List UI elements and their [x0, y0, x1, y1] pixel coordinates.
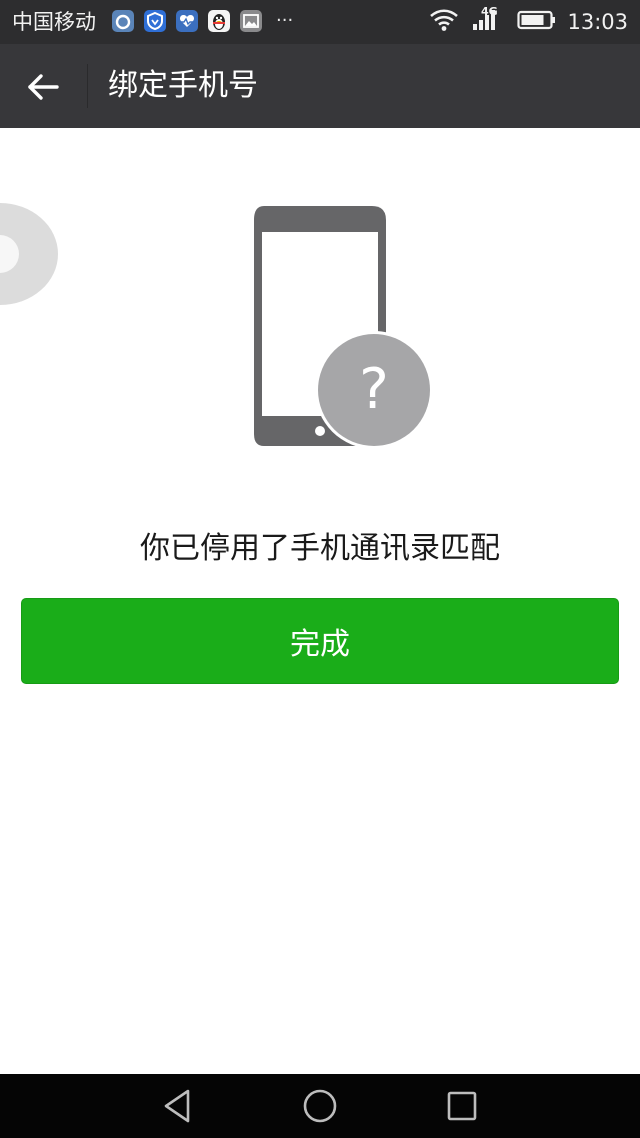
triangle-back-icon: [164, 1089, 190, 1123]
floating-assistive-ball[interactable]: [0, 202, 62, 306]
clock: 13:03: [567, 10, 628, 34]
toolbar: 绑定手机号: [0, 44, 640, 128]
circle-home-icon: [303, 1089, 337, 1123]
wifi-icon: [429, 8, 459, 36]
help-question-icon: ?: [359, 357, 389, 422]
screen: 中国移动 ··· 4G 13:03 绑定手机号 ? 你已停用了手机通讯录匹配 完…: [0, 0, 640, 1138]
page-title: 绑定手机号: [108, 68, 258, 103]
carrier-name: 中国移动: [12, 10, 96, 34]
status-bar: 中国移动 ··· 4G 13:03: [0, 0, 640, 44]
nav-recents-button[interactable]: [442, 1086, 482, 1126]
notification-icons: ···: [112, 10, 293, 32]
shield-icon: [144, 10, 166, 32]
phone-illustration: ?: [250, 206, 434, 450]
done-button[interactable]: 完成: [21, 598, 619, 684]
cellular-signal-icon: [469, 8, 499, 36]
navigation-bar: [0, 1074, 640, 1138]
square-recents-icon: [447, 1091, 477, 1121]
status-right: 13:03: [429, 6, 628, 38]
back-arrow-icon: [28, 74, 59, 100]
nav-back-button[interactable]: [158, 1086, 198, 1126]
image-icon: [240, 10, 262, 32]
nav-home-button[interactable]: [300, 1086, 340, 1126]
browser-icon: [112, 10, 134, 32]
back-button[interactable]: [14, 58, 72, 116]
health-icon: [176, 10, 198, 32]
battery-icon: [517, 9, 557, 35]
qq-penguin-icon: [208, 10, 230, 32]
more-notifications-indicator: ···: [276, 10, 294, 31]
status-message: 你已停用了手机通讯录匹配: [140, 531, 500, 566]
toolbar-divider: [87, 64, 88, 108]
